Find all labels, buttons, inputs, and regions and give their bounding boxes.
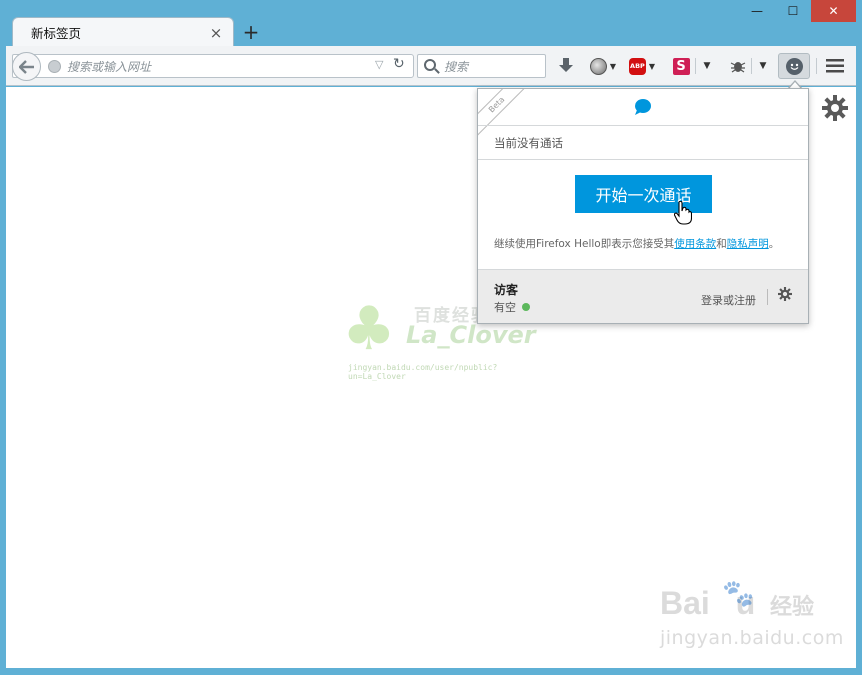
globe-icon [48,60,61,73]
adblock-icon: ABP [628,57,646,75]
divider [478,159,808,160]
url-dropdown-icon[interactable]: ▽ [375,58,383,71]
terms-and: 和 [716,238,727,250]
user-status[interactable]: 有空 [494,299,530,315]
s-extension-icon: S [672,57,690,75]
new-tab-button[interactable]: + [241,21,261,43]
terms-prefix: 继续使用Firefox Hello即表示您接受其 [494,238,675,250]
user-status-label: 有空 [494,301,516,314]
terms-of-use-link[interactable]: 使用条款 [674,238,716,250]
window-controls: — ☐ ✕ [739,0,856,24]
reload-icon[interactable]: ↻ [393,56,405,72]
gear-icon[interactable] [822,95,848,121]
s-extension-button[interactable]: S [670,54,692,78]
minimize-button[interactable]: — [739,0,775,22]
baidu-url-text: jingyan.baidu.com [660,627,844,649]
search-bar[interactable] [417,54,546,78]
bug-icon[interactable] [726,54,750,78]
paw-icon: 🐾 [722,579,755,609]
gear-icon[interactable] [778,287,792,305]
download-icon[interactable] [555,54,577,78]
baidu-cn-text: 经验 [770,595,815,620]
privacy-link[interactable]: 隐私声明 [727,238,769,250]
chevron-down-icon: ▼ [609,61,617,71]
maximize-button[interactable]: ☐ [775,0,811,22]
login-link[interactable]: 登录或注册 [701,292,756,308]
chevron-down-icon: ▼ [648,61,656,71]
hello-icon [785,57,803,75]
toolbar-divider [816,58,817,74]
hand-cursor-icon [673,200,693,231]
search-icon [424,59,436,71]
url-bar[interactable]: ▽ ↻ [12,52,414,81]
tab-title: 新标签页 [31,26,82,41]
browser-window: — ☐ ✕ 新标签页 × + ▽ ↻ ▼ ABP▼ [0,0,862,675]
toolbar-divider [695,58,696,74]
baidu-watermark: Bai u 🐾 经验 jingyan.baidu.com [660,579,843,655]
terms-text: 继续使用Firefox Hello即表示您接受其使用条款和隐私声明。 [494,236,779,251]
chevron-down-icon[interactable]: ▼ [698,54,716,78]
search-input[interactable] [444,58,540,75]
tab-new-tab[interactable]: 新标签页 × [12,17,234,47]
url-input[interactable] [67,58,367,75]
tab-close-icon[interactable]: × [209,24,223,42]
hello-button[interactable] [778,53,810,79]
chat-bubble-icon [634,99,652,115]
toolbar-divider [751,58,752,74]
terms-suffix: 。 [768,238,780,250]
divider [478,125,808,126]
close-window-button[interactable]: ✕ [811,0,856,22]
back-arrow-icon[interactable] [12,52,41,81]
user-name: 访客 [494,283,519,297]
menu-icon[interactable] [823,54,847,78]
baidu-logo-head: Bai [660,585,710,621]
ghostery-icon [589,57,607,75]
hello-panel: Beta 当前没有通话 开始一次通话 继续使用Firefox Hello即表示您… [477,88,809,324]
status-dot-icon [522,303,530,311]
navigation-toolbar: ▽ ↻ ▼ ABP▼ S ▼ ▼ [6,46,856,86]
watermark-author-url: jingyan.baidu.com/user/npublic?un=La_Clo… [348,363,498,381]
adblock-button[interactable]: ABP ▼ [625,54,659,78]
watermark-author: La_Clover [406,321,536,349]
panel-footer: 访客 有空 登录或注册 [478,269,808,323]
chevron-down-icon[interactable]: ▼ [754,54,772,78]
call-status-text: 当前没有通话 [494,136,563,150]
clover-icon: ♣ [342,294,396,364]
ghostery-button[interactable]: ▼ [586,54,620,78]
divider [767,289,768,305]
